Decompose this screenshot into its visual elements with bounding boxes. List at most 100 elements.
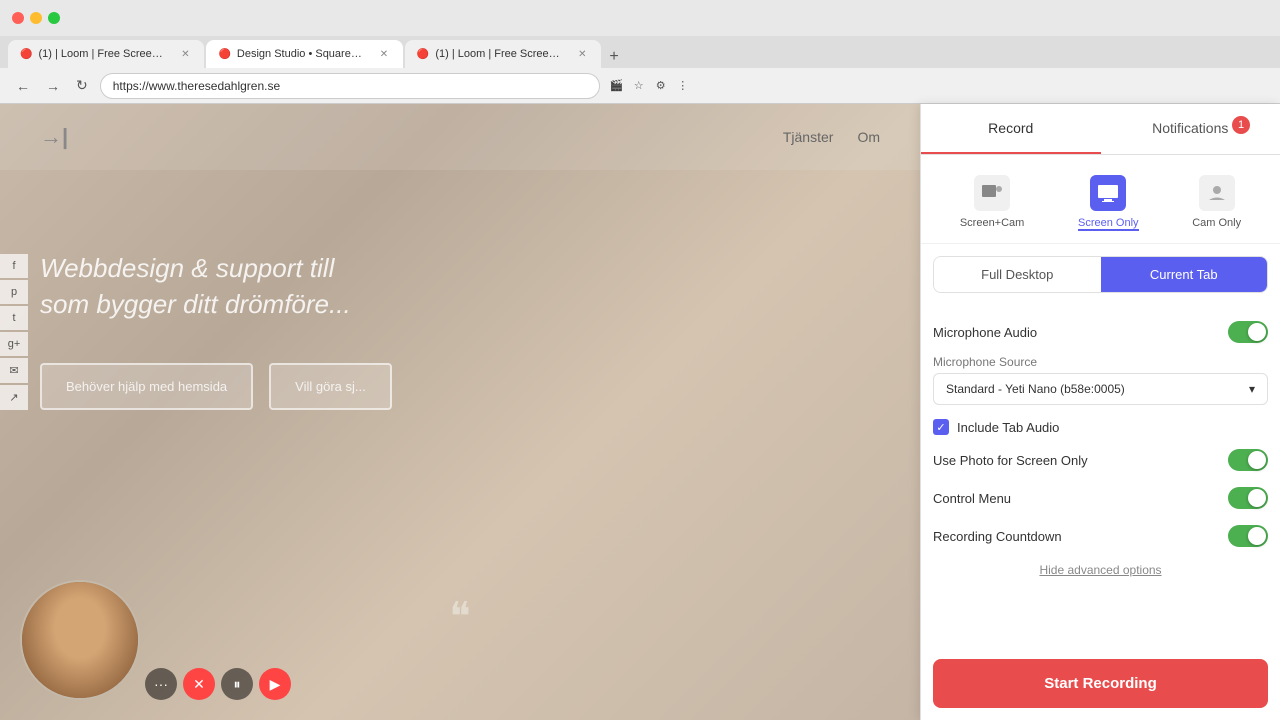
share-icon[interactable]: ↗ — [0, 385, 28, 410]
minimize-button[interactable] — [30, 12, 42, 24]
hide-advanced-link[interactable]: Hide advanced options — [933, 555, 1268, 585]
recording-modes: Screen+Cam Screen Only Cam Only — [921, 155, 1280, 244]
microphone-source-label: Microphone Source — [933, 355, 1268, 369]
screen-only-icon — [1090, 175, 1126, 211]
current-tab-button[interactable]: Current Tab — [1101, 257, 1268, 292]
use-photo-label: Use Photo for Screen Only — [933, 453, 1088, 468]
control-menu-row: Control Menu — [933, 479, 1268, 517]
quote-mark: ❝ — [449, 594, 471, 640]
microphone-audio-row: Microphone Audio — [933, 313, 1268, 351]
toggle-knob-control — [1248, 489, 1266, 507]
include-tab-audio-checkbox[interactable]: ✓ — [933, 419, 949, 435]
webcam-play-button[interactable]: ▶ — [259, 668, 291, 700]
forward-button[interactable]: → — [42, 76, 64, 96]
twitter-icon[interactable]: t — [0, 306, 28, 330]
tab-bar: 🔴 (1) | Loom | Free Screen & Vide... ✕ 🔴… — [0, 36, 1280, 68]
screen-cam-label: Screen+Cam — [960, 217, 1025, 229]
hero-text-area: Webbdesign & support till som bygger dit… — [0, 170, 432, 410]
social-sidebar: f p t g+ ✉ ↗ — [0, 254, 28, 410]
nav-link-om[interactable]: Om — [857, 129, 880, 145]
recording-countdown-row: Recording Countdown — [933, 517, 1268, 555]
microphone-source-select[interactable]: Standard - Yeti Nano (b58e:0005) ▾ — [933, 373, 1268, 405]
microphone-source-row: Microphone Source Standard - Yeti Nano (… — [933, 351, 1268, 413]
tab-favicon-1: 🔴 — [20, 49, 32, 60]
hero-buttons: Behöver hjälp med hemsida Vill göra sj..… — [40, 363, 392, 410]
title-bar — [0, 0, 1280, 36]
microphone-audio-label: Microphone Audio — [933, 325, 1037, 340]
browser-tab-1[interactable]: 🔴 (1) | Loom | Free Screen & Vide... ✕ — [8, 40, 204, 68]
new-tab-button[interactable]: + — [603, 46, 624, 68]
tab-favicon-3: 🔴 — [417, 49, 429, 60]
control-menu-toggle[interactable] — [1228, 487, 1268, 509]
include-tab-audio-label: Include Tab Audio — [957, 420, 1059, 435]
cam-only-label: Cam Only — [1192, 217, 1241, 229]
cam-only-icon — [1199, 175, 1235, 211]
options-section: Microphone Audio Microphone Source Stand… — [921, 305, 1280, 651]
browser-tab-2[interactable]: 🔴 Design Studio • Squarespa... ✕ — [206, 40, 402, 68]
hero-btn-1[interactable]: Behöver hjälp med hemsida — [40, 363, 253, 410]
tab-favicon-2: 🔴 — [218, 49, 230, 60]
tab-title-1: (1) | Loom | Free Screen & Vide... — [38, 48, 168, 60]
full-desktop-button[interactable]: Full Desktop — [934, 257, 1101, 292]
loom-icon[interactable]: 🎬 — [608, 77, 626, 95]
extensions-icon[interactable]: ⚙ — [652, 77, 670, 95]
use-photo-toggle[interactable] — [1228, 449, 1268, 471]
notifications-badge: 1 — [1232, 116, 1250, 134]
google-plus-icon[interactable]: g+ — [0, 332, 28, 356]
webcam-stop-button[interactable]: ✕ — [183, 668, 215, 700]
recording-countdown-label: Recording Countdown — [933, 529, 1062, 544]
recording-countdown-toggle[interactable] — [1228, 525, 1268, 547]
tab-close-3[interactable]: ✕ — [575, 47, 589, 61]
loom-panel: Record Notifications 1 Screen+Cam — [920, 104, 1280, 720]
tab-close-1[interactable]: ✕ — [178, 47, 192, 61]
select-chevron-icon: ▾ — [1249, 382, 1255, 396]
tab-title-2: Design Studio • Squarespa... — [237, 48, 367, 60]
pinterest-icon[interactable]: p — [0, 280, 28, 304]
mode-cam-only[interactable]: Cam Only — [1184, 171, 1249, 235]
mode-screen-only[interactable]: Screen Only — [1070, 171, 1147, 235]
back-button[interactable]: ← — [12, 76, 34, 96]
more-icon[interactable]: ⋮ — [674, 77, 692, 95]
nav-link-tjanster[interactable]: Tjänster — [783, 129, 834, 145]
include-tab-audio-row: ✓ Include Tab Audio — [933, 413, 1268, 441]
mode-screen-cam[interactable]: Screen+Cam — [952, 171, 1033, 235]
url-box[interactable]: https://www.theresedahlgren.se — [100, 73, 600, 99]
start-recording-button[interactable]: Start Recording — [933, 659, 1268, 708]
tab-selection: Full Desktop Current Tab — [933, 256, 1268, 293]
nav-links: Tjänster Om — [783, 129, 880, 145]
panel-tab-bar: Record Notifications 1 — [921, 104, 1280, 155]
use-photo-row: Use Photo for Screen Only — [933, 441, 1268, 479]
email-icon[interactable]: ✉ — [0, 358, 28, 383]
hero-btn-2[interactable]: Vill göra sj... — [269, 363, 392, 410]
facebook-icon[interactable]: f — [0, 254, 28, 278]
toggle-knob-photo — [1248, 451, 1266, 469]
microphone-audio-toggle[interactable] — [1228, 321, 1268, 343]
maximize-button[interactable] — [48, 12, 60, 24]
tab-title-3: (1) | Loom | Free Screen & Vide... — [435, 48, 565, 60]
bookmark-icon[interactable]: ☆ — [630, 77, 648, 95]
screen-only-label: Screen Only — [1078, 217, 1139, 231]
control-menu-label: Control Menu — [933, 491, 1011, 506]
toggle-knob-mic — [1248, 323, 1266, 341]
hero-heading: Webbdesign & support till som bygger dit… — [40, 250, 392, 323]
address-bar: ← → ↻ https://www.theresedahlgren.se 🎬 ☆… — [0, 68, 1280, 104]
page-nav: →| Tjänster Om — [0, 104, 920, 170]
webcam-more-button[interactable]: ··· — [145, 668, 177, 700]
site-logo: →| — [40, 124, 68, 150]
browser-chrome: 🔴 (1) | Loom | Free Screen & Vide... ✕ 🔴… — [0, 0, 1280, 105]
close-button[interactable] — [12, 12, 24, 24]
tab-record[interactable]: Record — [921, 104, 1101, 154]
toggle-knob-countdown — [1248, 527, 1266, 545]
mic-source-value: Standard - Yeti Nano (b58e:0005) — [946, 382, 1125, 396]
webcam-controls: ··· ✕ ⏸ ▶ — [145, 668, 291, 700]
webcam-face — [22, 582, 138, 698]
webcam-pause-button[interactable]: ⏸ — [221, 668, 253, 700]
refresh-button[interactable]: ↻ — [72, 75, 92, 96]
url-text: https://www.theresedahlgren.se — [113, 79, 280, 93]
tab-notifications[interactable]: Notifications 1 — [1101, 104, 1280, 154]
traffic-lights — [12, 12, 60, 24]
page-content: →| Tjänster Om f p t g+ ✉ ↗ Webbdesign &… — [0, 104, 920, 720]
browser-tab-3[interactable]: 🔴 (1) | Loom | Free Screen & Vide... ✕ — [405, 40, 601, 68]
tab-close-2[interactable]: ✕ — [377, 47, 391, 61]
hero-heading-line2: som bygger ditt drömföre... — [40, 289, 351, 319]
